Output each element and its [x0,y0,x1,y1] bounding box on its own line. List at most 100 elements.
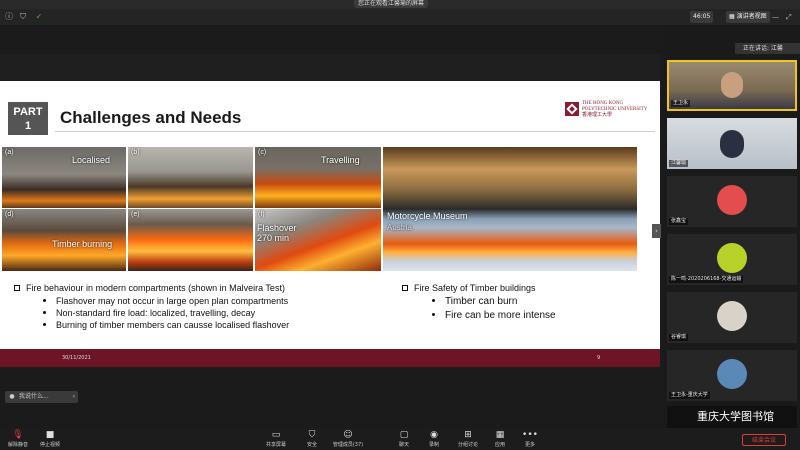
dot-bullet-icon [43,323,46,326]
control-label: 安全 [306,442,317,448]
view-option-label: 演讲者视图 [736,13,767,20]
bullet-text: Flashover may not occur in large open pl… [56,296,289,306]
photo-motorcycle-museum: Motorcycle Museum Austria [383,147,637,271]
logo-text-en: THE HONG KONG POLYTECHNIC UNIVERSITY [582,101,648,112]
library-watermark: 重庆大学图书馆 [667,406,797,428]
record-button[interactable]: ◉ 录制 [416,430,452,448]
photo-tag: (b) [131,149,140,156]
photo-e: (e) [128,209,253,271]
lock-icon[interactable]: ⛉ [18,12,28,22]
control-label: 录制 [428,442,439,448]
unmute-button[interactable]: 🎙 解除静音 [0,430,36,448]
chevron-left-icon[interactable]: ‹ [73,391,75,403]
left-bullet-item: Burning of timber members can causse loc… [43,320,289,330]
left-bullet-head: Fire behaviour in modern compartments (s… [14,283,285,293]
participant-avatar [717,242,747,273]
slide-footer [0,349,660,367]
title-bar: 您正在观看江馨瑜的屏幕 [0,0,800,9]
mic-off-icon: 🎙 [12,430,24,440]
bullet-text: Fire behaviour in modern compartments (s… [26,283,285,293]
share-icon: ▭ [271,430,281,440]
control-label: 共享屏幕 [265,442,286,448]
photo-b: (b) [128,147,253,208]
control-label: 分组讨论 [457,442,478,448]
collapse-panel-button[interactable]: › [652,224,661,238]
participant-tile[interactable]: 陈一鸣-2020206168-交通运输 [667,234,797,285]
video-icon: ■ [45,430,55,440]
dot-bullet-icon [43,299,46,302]
top-toolbar: ⓘ ⛉ ✓ [0,9,800,25]
participant-name: 张鑫宝 [669,218,689,225]
maximize-icon[interactable]: ⤢ [786,11,792,23]
meeting-timer: 46:05 [690,11,714,23]
part-badge: PART 1 [8,102,48,135]
photo-label: Flashover 270 min [257,223,297,243]
participant-tile[interactable]: 江馨瑜 [667,118,797,169]
polyu-logo: THE HONG KONG POLYTECHNIC UNIVERSITY 香港理… [565,100,655,118]
record-icon: ◉ [430,430,438,440]
control-label: 解除静音 [7,442,28,448]
bullet-text: Fire can be more intense [445,310,556,321]
slide-page-number: 9 [597,355,601,361]
dot-bullet-icon [432,313,435,316]
slide-footer-date: 30/11/2021 [62,355,91,361]
participant-name: 谷睿琪 [669,334,689,341]
photo-timber-burning: (d) Timber burning [2,209,126,271]
photo-label: Timber burning [52,239,113,249]
bullet-text: Non-standard fire load: localized, trave… [56,308,256,318]
end-meeting-button[interactable]: 结束会议 [742,434,786,446]
active-speaker-label: 正在讲话: 江馨 [735,43,800,54]
part-label: PART [13,106,43,118]
left-bullet-item: Non-standard fire load: localized, trave… [43,308,255,318]
square-bullet-icon [14,285,20,291]
photo-tag: (e) [131,211,140,218]
share-screen-button[interactable]: ▭ 共享屏幕 [258,430,294,448]
right-bullet-item: Fire can be more intense [432,310,556,321]
bullet-text: Fire Safety of Timber buildings [414,283,536,293]
logo-text-cn: 香港理工大學 [582,113,613,118]
polyu-emblem-icon [565,102,579,116]
photo-sublabel: Austria [387,223,412,232]
bullet-text: Burning of timber members can causse loc… [56,320,290,330]
participants-icon: ☺ [343,430,353,440]
participant-tile[interactable]: 王卫永 [667,60,797,111]
slide-top-margin [0,54,660,81]
participant-name: 王卫永 [671,100,691,107]
photo-tag: (f) [258,211,265,218]
info-icon[interactable]: ⓘ [4,12,14,22]
participant-avatar [717,358,747,389]
view-option-button[interactable]: ▦ 演讲者视图 [726,11,770,23]
photo-flashover: (f) Flashover 270 min [255,209,381,271]
control-label: 停止视频 [39,442,60,448]
slide-title: Challenges and Needs [60,108,242,127]
more-icon: ••• [522,430,538,440]
square-bullet-icon [402,285,408,291]
control-label: 应用 [494,442,505,448]
person-video [720,129,744,158]
dot-bullet-icon [43,311,46,314]
video-button[interactable]: ■ 停止视频 [32,430,68,448]
chat-preview[interactable]: ● 我说什么... ‹ [5,391,78,403]
photo-tag: (d) [5,211,14,218]
right-bullet-item: Timber can burn [432,296,517,307]
photo-label: Motorcycle Museum [387,211,468,221]
photo-label: Travelling [321,155,360,165]
chat-preview-text: 我说什么... [19,393,49,400]
participant-tile[interactable]: 王卫永-重庆大学 [667,350,797,401]
participant-tile[interactable]: 谷睿琪 [667,292,797,343]
dot-bullet-icon [432,299,435,302]
bullet-text: Timber can burn [445,296,518,307]
logo-text: THE HONG KONG POLYTECHNIC UNIVERSITY 香港理… [582,101,655,119]
control-label: 管理成员(37) [332,442,364,448]
participant-avatar [717,300,747,331]
photo-tag: (a) [5,149,14,156]
participants-button[interactable]: ☺ 管理成员(37) [324,430,372,448]
chat-avatar-icon: ● [9,393,15,400]
minimize-icon[interactable]: — [772,11,779,23]
title-underline [55,131,655,132]
participant-tile[interactable]: 张鑫宝 [667,176,797,227]
part-number: 1 [24,120,32,132]
photo-localised: (a) Localised [2,147,126,208]
more-button[interactable]: ••• 更多 [512,430,548,448]
connection-icon[interactable]: ✓ [34,12,44,22]
